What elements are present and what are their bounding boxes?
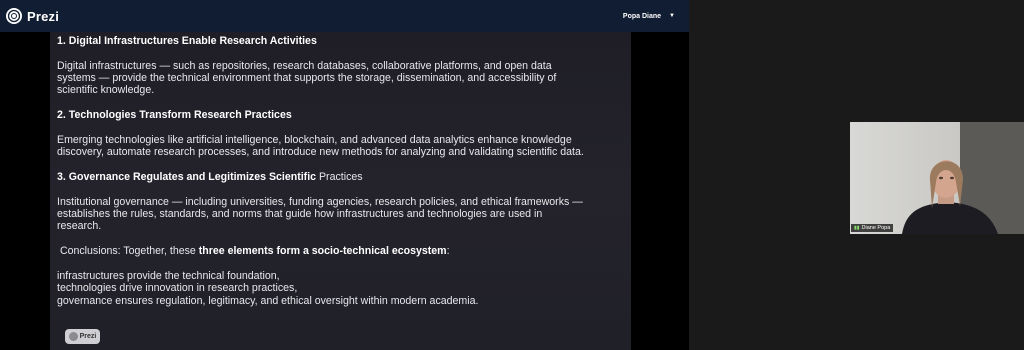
chevron-down-icon: ▼ (669, 13, 675, 19)
presentation-slide: 1. Digital Infrastructures Enable Resear… (50, 32, 631, 350)
paragraph-2: Emerging technologies like artificial in… (57, 133, 584, 159)
heading-2: 2. Technologies Transform Research Pract… (57, 109, 292, 122)
prezi-badge-icon (68, 332, 78, 341)
slide-content: 1. Digital Infrastructures Enable Resear… (57, 35, 587, 307)
paragraph-3: Institutional governance — including uni… (57, 195, 583, 233)
prezi-badge-label: Prezi (79, 333, 97, 340)
participant-silhouette (902, 160, 998, 234)
bullet-3: governance ensures regulation, legitimac… (57, 294, 479, 307)
user-name: Popa Diane (622, 12, 662, 20)
heading-3-bold: 3. Governance Regulates and Legitimizes … (57, 171, 317, 184)
participant-name-tag: ▮▮ Diane Popa (851, 224, 894, 232)
conclusion-prefix: Conclusions: Together, these (57, 245, 199, 258)
stage-margin-right (631, 32, 689, 350)
conclusion: Conclusions: Together, these three eleme… (57, 245, 587, 257)
stage-margin-left (0, 32, 50, 350)
conclusion-suffix: : (446, 245, 450, 258)
heading-1: 1. Digital Infrastructures Enable Resear… (57, 35, 317, 47)
top-bar: Prezi Popa Diane ▼ (0, 0, 689, 32)
participant-video[interactable]: ▮▮ Diane Popa (850, 122, 1024, 234)
prezi-badge[interactable]: Prezi (65, 329, 100, 344)
paragraph-1: Digital infrastructures — such as reposi… (57, 59, 557, 97)
participant-name: Diane Popa (861, 225, 891, 231)
heading-3: 3. Governance Regulates and Legitimizes … (57, 171, 587, 183)
bullet-2: technologies drive innovation in researc… (57, 282, 298, 295)
user-menu[interactable]: Popa Diane ▼ (623, 0, 675, 32)
app-name: Prezi (27, 8, 60, 24)
heading-3-rest: Practices (316, 171, 363, 184)
prezi-logo[interactable]: Prezi (6, 8, 59, 24)
bullet-1: infrastructures provide the technical fo… (57, 270, 280, 283)
conclusion-bold: three elements form a socio-technical ec… (198, 245, 447, 258)
prezi-logo-icon (6, 8, 22, 24)
signal-bars-icon: ▮▮ (854, 225, 860, 231)
